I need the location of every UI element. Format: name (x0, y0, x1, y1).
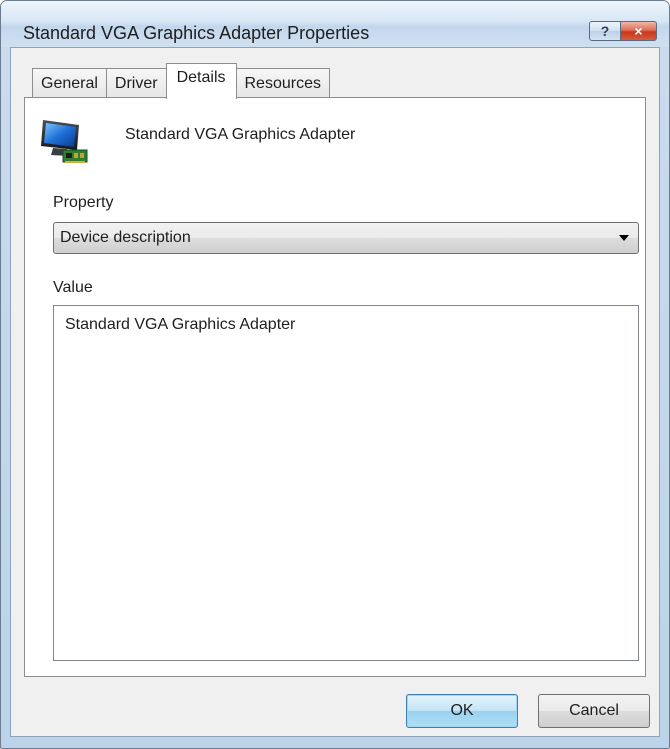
properties-window: Standard VGA Graphics Adapter Properties… (0, 0, 670, 749)
title-bar[interactable]: Standard VGA Graphics Adapter Properties… (1, 1, 669, 47)
tab-general[interactable]: General (32, 68, 107, 98)
value-list[interactable]: Standard VGA Graphics Adapter (53, 305, 639, 661)
close-button[interactable]: × (621, 21, 657, 41)
list-item[interactable]: Standard VGA Graphics Adapter (65, 316, 295, 334)
caption-buttons: ? × (589, 21, 657, 41)
help-icon: ? (600, 23, 610, 39)
tab-strip: General Driver Details Resources (32, 62, 330, 99)
help-button[interactable]: ? (589, 21, 621, 41)
property-dropdown[interactable]: Device description (53, 222, 639, 254)
cancel-button[interactable]: Cancel (538, 694, 650, 728)
chevron-down-icon (619, 235, 629, 241)
tab-resources[interactable]: Resources (235, 68, 330, 98)
tab-details[interactable]: Details (165, 63, 237, 99)
window-title: Standard VGA Graphics Adapter Properties (23, 23, 370, 43)
value-label: Value (53, 279, 93, 296)
property-label: Property (53, 194, 114, 211)
tab-driver[interactable]: Driver (105, 68, 167, 98)
device-name: Standard VGA Graphics Adapter (125, 126, 356, 143)
close-icon: × (634, 23, 643, 39)
display-adapter-icon (41, 120, 88, 163)
dialog-client-area: General Driver Details Resources Standar… (10, 47, 660, 737)
property-selected-value: Device description (60, 229, 191, 246)
ok-button[interactable]: OK (406, 694, 518, 728)
